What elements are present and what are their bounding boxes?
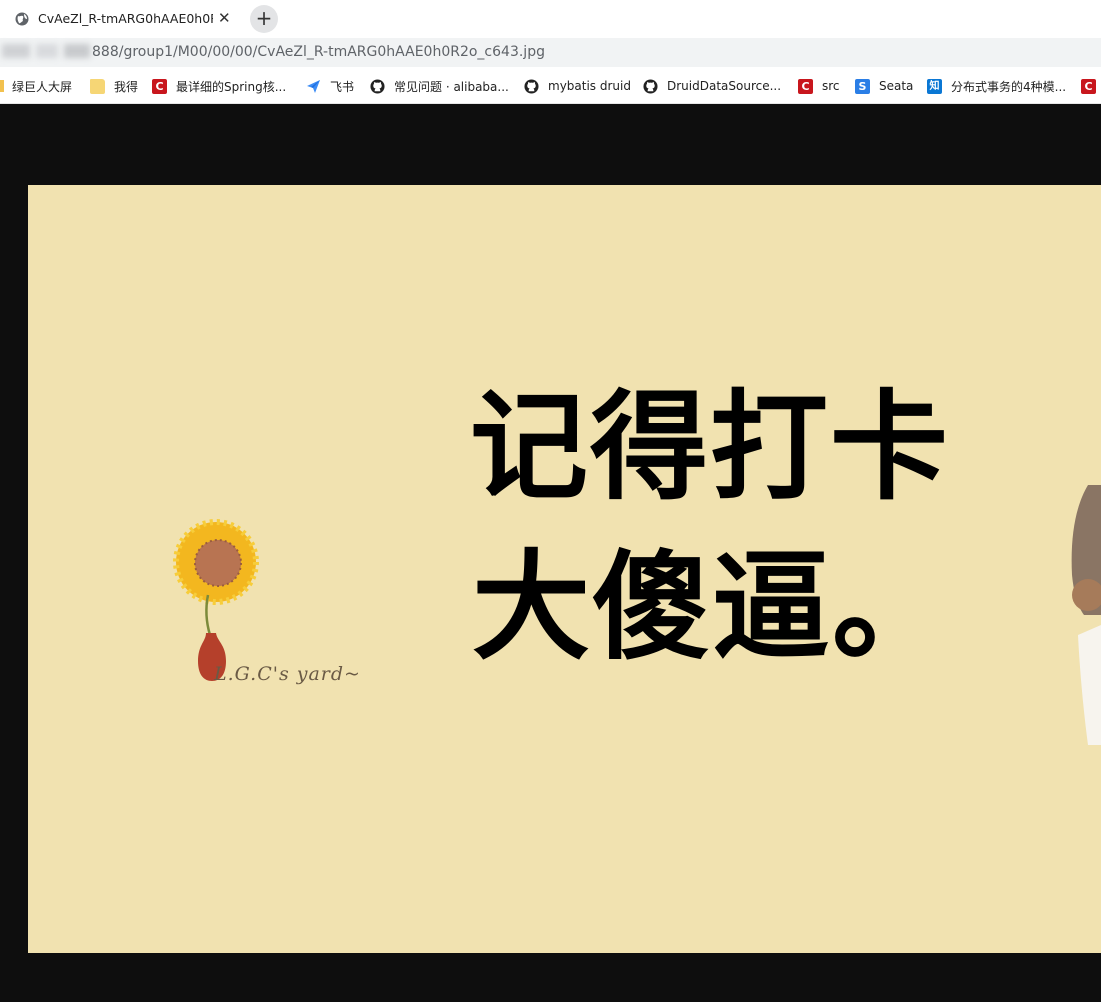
bookmark-item[interactable]: 绿巨人大屏 — [0, 78, 72, 94]
csdn-icon: C — [152, 78, 167, 94]
feishu-icon — [307, 79, 320, 93]
bookmark-label: 我得 — [114, 79, 139, 94]
url-text[interactable]: 888/group1/M00/00/00/CvAeZl_R-tmARG0hAAE… — [92, 44, 545, 60]
globe-icon — [15, 12, 29, 26]
tab-title: CvAeZl_R-tmARG0hAAE0h0R2 — [38, 11, 213, 26]
seata-icon: S — [855, 78, 870, 94]
active-tab[interactable]: CvAeZl_R-tmARG0hAAE0h0R2 ✕ — [0, 0, 242, 38]
bookmark-item[interactable]: mybatis druid — [524, 78, 631, 94]
redacted-host-blur — [2, 44, 30, 58]
new-tab-button[interactable]: + — [250, 5, 278, 33]
tab-strip: CvAeZl_R-tmARG0hAAE0h0R2 ✕ + — [0, 0, 1101, 38]
csdn-icon: C — [798, 78, 813, 94]
displayed-image: 记得打卡 大傻逼。 L.G.C's yard~ — [28, 185, 1101, 953]
sunflower-vase-illustration — [173, 519, 259, 681]
bookmark-item[interactable]: C src — [798, 78, 840, 94]
bookmark-label: 飞书 — [330, 79, 355, 94]
headline-line-1: 记得打卡 — [470, 378, 951, 516]
folder-icon — [90, 78, 105, 94]
bookmark-marker-icon — [0, 80, 4, 92]
bookmark-item[interactable]: C 最详细的Spring核... — [152, 78, 286, 94]
bookmark-label: Seata — [879, 79, 914, 93]
zhihu-icon: 知 — [927, 78, 942, 94]
browser-chrome: CvAeZl_R-tmARG0hAAE0h0R2 ✕ + 888/group1/… — [0, 0, 1101, 104]
bookmark-label: mybatis druid — [548, 79, 631, 93]
github-icon — [524, 78, 539, 94]
person-figure-partial — [1071, 485, 1101, 745]
github-icon — [370, 78, 385, 94]
bookmark-item[interactable]: S Seata — [855, 78, 913, 94]
bookmark-overflow-item[interactable]: C — [1081, 78, 1101, 94]
bookmark-item[interactable]: DruidDataSource... — [643, 78, 781, 94]
bookmark-label: 绿巨人大屏 — [12, 79, 73, 94]
bookmark-item[interactable]: 知 分布式事务的4种模... — [927, 78, 1066, 94]
headline-line-2: 大傻逼。 — [472, 538, 953, 676]
github-icon — [643, 78, 658, 94]
bookmark-label: 常见问题 · alibaba... — [394, 79, 509, 94]
bookmark-item[interactable]: 飞书 — [306, 78, 354, 94]
bookmark-folder[interactable]: 我得 — [90, 78, 138, 94]
redacted-host-blur — [64, 44, 90, 58]
bookmark-label: 最详细的Spring核... — [176, 79, 287, 94]
bookmark-label: DruidDataSource... — [667, 79, 782, 93]
bookmark-label: src — [822, 79, 840, 93]
close-icon[interactable]: ✕ — [218, 9, 231, 27]
bookmark-label: 分布式事务的4种模... — [951, 79, 1067, 94]
bookmark-item[interactable]: 常见问题 · alibaba... — [370, 78, 509, 94]
redacted-host-blur — [36, 44, 58, 58]
csdn-icon: C — [1081, 78, 1096, 94]
watermark-signature: L.G.C's yard~ — [214, 663, 361, 685]
